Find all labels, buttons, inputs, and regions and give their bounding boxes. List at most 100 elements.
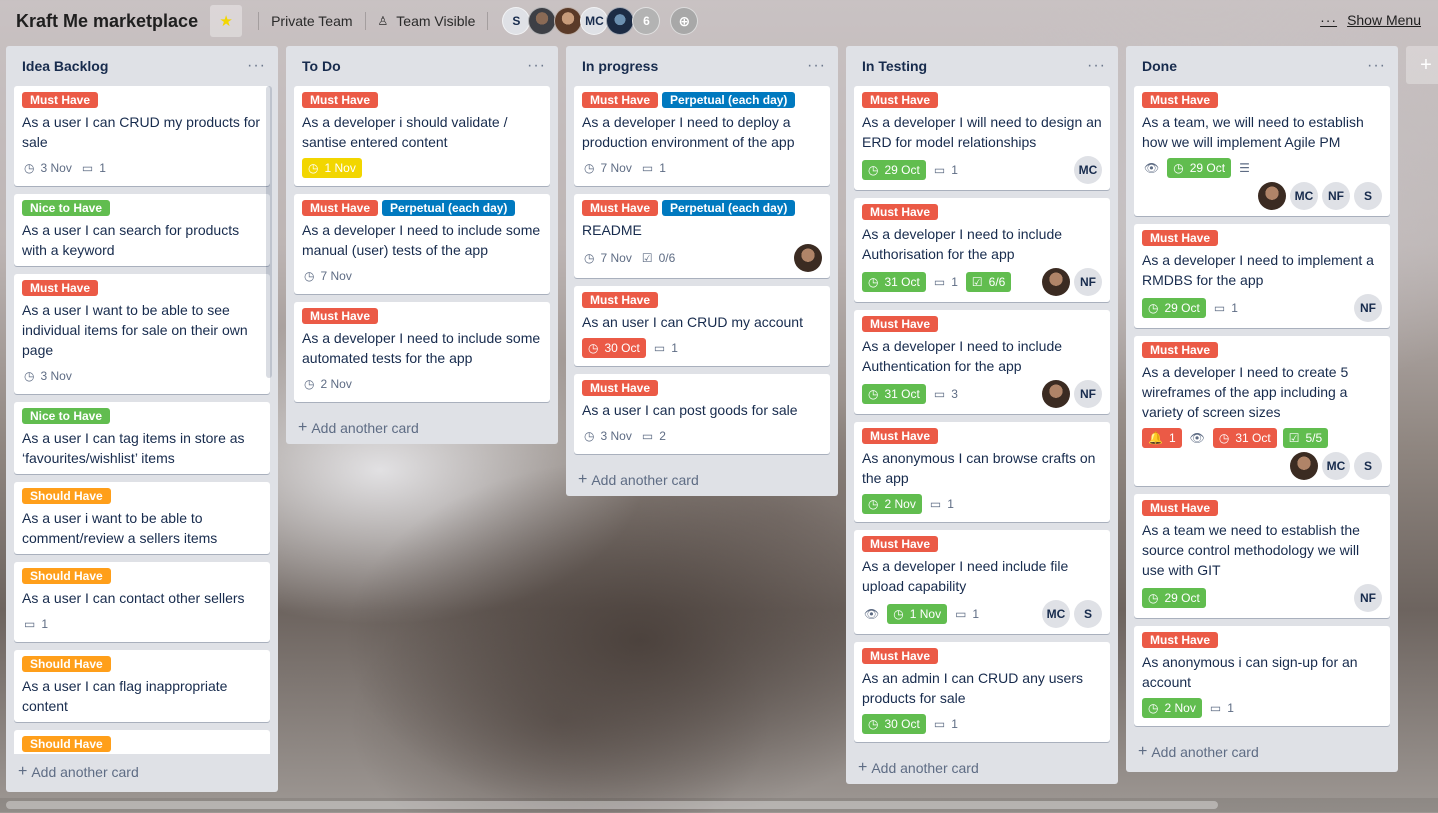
- member-avatar[interactable]: MC: [1074, 156, 1102, 184]
- card-label[interactable]: Should Have: [22, 488, 111, 504]
- member-avatar[interactable]: NF: [1074, 380, 1102, 408]
- member-avatar[interactable]: [554, 7, 583, 35]
- member-avatar[interactable]: [1042, 268, 1070, 296]
- list-card[interactable]: Should Have: [14, 730, 270, 754]
- due-date-badge[interactable]: ◷ 3 Nov: [22, 366, 74, 386]
- add-card-button[interactable]: + Add another card: [566, 462, 838, 498]
- list-title[interactable]: Done: [1142, 58, 1177, 74]
- list-card[interactable]: Must Have As a developer I need to includ…: [854, 198, 1110, 302]
- list-card[interactable]: Must Have As a developer I need to includ…: [854, 310, 1110, 414]
- card-label[interactable]: Must Have: [1142, 92, 1219, 108]
- member-avatar[interactable]: S: [1354, 182, 1382, 210]
- list-title[interactable]: In progress: [582, 58, 658, 74]
- list-card[interactable]: Nice to Have As a user I can tag items in…: [14, 402, 270, 474]
- list-card[interactable]: Must Have As a developer I need include f…: [854, 530, 1110, 634]
- list-card[interactable]: Must Have As a developer I need to includ…: [294, 302, 550, 402]
- due-date-badge[interactable]: ◷ 2 Nov: [1142, 698, 1202, 718]
- list-card[interactable]: Must Have As a user I want to be able to …: [14, 274, 270, 394]
- list-card[interactable]: Should Have As a user I can flag inapprop…: [14, 650, 270, 722]
- list-card[interactable]: Must Have Perpetual (each day) README ◷ 7 No…: [574, 194, 830, 278]
- list-title[interactable]: In Testing: [862, 58, 927, 74]
- card-label[interactable]: Must Have: [862, 428, 939, 444]
- due-date-badge[interactable]: ◷ 1 Nov: [887, 604, 948, 624]
- card-label[interactable]: Must Have: [582, 292, 659, 308]
- card-label[interactable]: Must Have: [1142, 500, 1219, 516]
- card-label[interactable]: Must Have: [862, 536, 939, 552]
- add-list-button[interactable]: +: [1406, 46, 1438, 84]
- due-date-badge[interactable]: ◷ 7 Nov: [302, 266, 354, 286]
- card-label[interactable]: Must Have: [22, 92, 99, 108]
- list-card[interactable]: Must Have As a user I can CRUD my product…: [14, 86, 270, 186]
- horizontal-scrollbar[interactable]: [0, 798, 1438, 812]
- list-menu-icon[interactable]: ···: [247, 57, 266, 75]
- list-card[interactable]: Must Have As a user I can post goods for …: [574, 374, 830, 454]
- list-card[interactable]: Must Have As a team, we will need to esta…: [1134, 86, 1390, 216]
- card-label[interactable]: Nice to Have: [22, 408, 111, 424]
- member-avatar[interactable]: S: [1354, 452, 1382, 480]
- list-menu-icon[interactable]: ···: [527, 57, 546, 75]
- card-label[interactable]: Perpetual (each day): [662, 200, 796, 216]
- due-date-badge[interactable]: ◷ 31 Oct: [862, 272, 926, 292]
- member-avatar[interactable]: [794, 244, 822, 272]
- list-card[interactable]: Should Have As a user I can contact other…: [14, 562, 270, 642]
- card-label[interactable]: Must Have: [1142, 632, 1219, 648]
- card-label[interactable]: Must Have: [1142, 342, 1219, 358]
- member-avatar[interactable]: [1258, 182, 1286, 210]
- board-title[interactable]: Kraft Me marketplace: [16, 11, 198, 32]
- member-avatar[interactable]: [1290, 452, 1318, 480]
- star-icon[interactable]: ★: [210, 5, 243, 37]
- card-label[interactable]: Nice to Have: [22, 200, 111, 216]
- due-date-badge[interactable]: ◷ 30 Oct: [582, 338, 646, 358]
- card-label[interactable]: Must Have: [862, 648, 939, 664]
- add-card-button[interactable]: + Add another card: [846, 750, 1118, 786]
- due-date-badge[interactable]: ◷ 2 Nov: [302, 374, 354, 394]
- list-card[interactable]: Must Have As anonymous i can sign-up for …: [1134, 626, 1390, 726]
- due-date-badge[interactable]: ◷ 29 Oct: [1142, 298, 1206, 318]
- member-avatar[interactable]: [606, 7, 635, 35]
- list-menu-icon[interactable]: ···: [1087, 57, 1106, 75]
- card-label[interactable]: Perpetual (each day): [382, 200, 516, 216]
- card-label[interactable]: Perpetual (each day): [662, 92, 796, 108]
- due-date-badge[interactable]: ◷ 3 Nov: [582, 426, 634, 446]
- card-label[interactable]: Must Have: [302, 200, 379, 216]
- list-card[interactable]: Must Have As a team we need to establish …: [1134, 494, 1390, 618]
- invite-member-icon[interactable]: ⊕: [670, 7, 699, 35]
- member-avatar[interactable]: MC: [580, 7, 609, 35]
- show-menu-button[interactable]: ··· Show Menu: [1320, 12, 1421, 28]
- list-card[interactable]: Must Have As anonymous I can browse craft…: [854, 422, 1110, 522]
- list-card[interactable]: Must Have Perpetual (each day) As a develo…: [294, 194, 550, 294]
- due-date-badge[interactable]: ◷ 31 Oct: [862, 384, 926, 404]
- member-avatar[interactable]: [1042, 380, 1070, 408]
- card-label[interactable]: Should Have: [22, 568, 111, 584]
- list-card[interactable]: Must Have As a developer I will need to d…: [854, 86, 1110, 190]
- list-title[interactable]: To Do: [302, 58, 341, 74]
- list-card[interactable]: Must Have As a developer I need to implem…: [1134, 224, 1390, 328]
- member-avatar[interactable]: NF: [1354, 584, 1382, 612]
- list-card[interactable]: Must Have As an admin I can CRUD any user…: [854, 642, 1110, 742]
- add-card-button[interactable]: + Add another card: [1126, 734, 1398, 770]
- member-avatar[interactable]: NF: [1074, 268, 1102, 296]
- due-date-badge[interactable]: ◷ 31 Oct: [1212, 428, 1277, 448]
- due-date-badge[interactable]: ◷ 1 Nov: [302, 158, 362, 178]
- member-avatar[interactable]: NF: [1354, 294, 1382, 322]
- list-card[interactable]: Must Have As a developer I need to create…: [1134, 336, 1390, 486]
- member-count-badge[interactable]: 6: [632, 7, 661, 35]
- card-label[interactable]: Must Have: [582, 92, 659, 108]
- card-label[interactable]: Should Have: [22, 736, 111, 752]
- card-label[interactable]: Must Have: [22, 280, 99, 296]
- add-card-button[interactable]: + Add another card: [6, 754, 278, 790]
- list-menu-icon[interactable]: ···: [1367, 57, 1386, 75]
- member-avatar[interactable]: S: [502, 7, 531, 35]
- card-label[interactable]: Must Have: [302, 92, 379, 108]
- member-avatar[interactable]: MC: [1322, 452, 1350, 480]
- scrollbar-thumb[interactable]: [6, 801, 1218, 809]
- card-label[interactable]: Must Have: [1142, 230, 1219, 246]
- member-avatar[interactable]: NF: [1322, 182, 1350, 210]
- due-date-badge[interactable]: ◷ 30 Oct: [862, 714, 926, 734]
- due-date-badge[interactable]: ◷ 2 Nov: [862, 494, 922, 514]
- due-date-badge[interactable]: ◷ 7 Nov: [582, 248, 634, 268]
- member-avatar[interactable]: MC: [1290, 182, 1318, 210]
- due-date-badge[interactable]: ◷ 3 Nov: [22, 158, 74, 178]
- list-title[interactable]: Idea Backlog: [22, 58, 108, 74]
- member-avatar[interactable]: MC: [1042, 600, 1070, 628]
